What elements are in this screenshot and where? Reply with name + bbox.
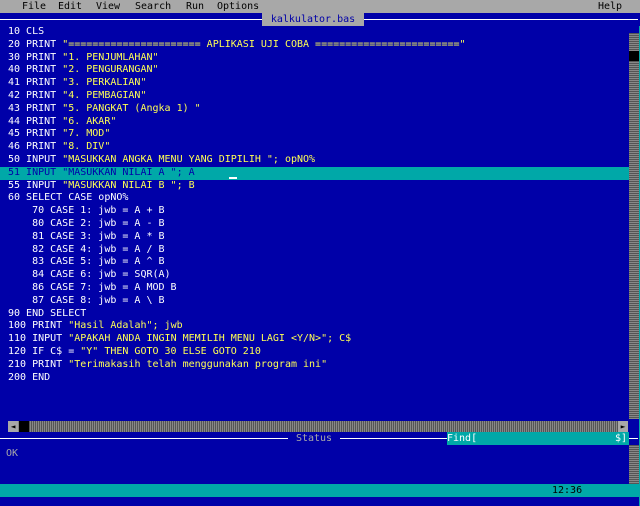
- menu-options[interactable]: Options: [217, 0, 259, 13]
- code-editor[interactable]: 10 CLS 20 PRINT "====================== A…: [8, 26, 628, 426]
- code-string-part: "8. DIV": [62, 141, 111, 153]
- code-line[interactable]: 86 CASE 7: jwb = A MOD B: [8, 282, 628, 295]
- code-keyword-part: 43 PRINT: [8, 102, 63, 114]
- code-string-part: "Hasil Adalah"; jwb: [68, 320, 183, 332]
- code-line[interactable]: 60 SELECT CASE opNO%: [8, 192, 628, 205]
- code-string-part: "MASUKKAN NILAI A "; A: [62, 166, 195, 178]
- scroll-right-arrow-icon[interactable]: ►: [618, 421, 628, 432]
- code-keyword-part: 60 SELECT CASE opNO%: [8, 192, 129, 204]
- editor-window: kalkulator.bas 10 CLS 20 PRINT "=========…: [0, 13, 640, 506]
- code-line[interactable]: 80 CASE 2: jwb = A - B: [8, 218, 628, 231]
- code-keyword-part: 44 PRINT: [8, 115, 63, 127]
- code-keyword-part: 84 CASE 6: jwb = SQR(A): [8, 269, 171, 281]
- code-keyword-part: 210 PRINT: [8, 358, 69, 370]
- text-cursor: [229, 177, 237, 179]
- code-keyword-part: 42 PRINT: [8, 89, 63, 101]
- code-line[interactable]: 83 CASE 5: jwb = A ^ B: [8, 256, 628, 269]
- code-keyword-part: 120 IF C$ =: [8, 345, 81, 357]
- menu-file[interactable]: File: [22, 0, 46, 13]
- code-line[interactable]: 44 PRINT "6. AKAR": [8, 116, 628, 129]
- code-line[interactable]: 81 CASE 3: jwb = A * B: [8, 231, 628, 244]
- code-line[interactable]: 10 CLS: [8, 26, 628, 39]
- code-line[interactable]: 90 END SELECT: [8, 308, 628, 321]
- code-keyword-part: 200 END: [8, 371, 51, 383]
- code-line[interactable]: 43 PRINT "5. PANGKAT (Angka 1) ": [8, 103, 628, 116]
- code-line[interactable]: 40 PRINT "2. PENGURANGAN": [8, 64, 628, 77]
- status-scrollbar[interactable]: [629, 445, 639, 485]
- code-keyword-part: 41 PRINT: [8, 77, 63, 89]
- code-line[interactable]: 30 PRINT "1. PENJUMLAHAN": [8, 52, 628, 65]
- code-keyword-part: 70 CASE 1: jwb = A + B: [8, 205, 165, 217]
- code-line[interactable]: 51 INPUT "MASUKKAN NILAI A "; A: [8, 167, 628, 180]
- vertical-scroll-thumb[interactable]: [629, 51, 639, 61]
- code-string-part: "Terimakasih telah menggunakan program i…: [68, 358, 328, 370]
- code-keyword-part: 80 CASE 2: jwb = A - B: [8, 217, 165, 229]
- code-keyword-part: 55 INPUT: [8, 179, 63, 191]
- code-line[interactable]: 45 PRINT "7. MOD": [8, 128, 628, 141]
- code-keyword-part: 81 CASE 3: jwb = A * B: [8, 230, 165, 242]
- code-string-part: "4. PEMBAGIAN": [62, 89, 147, 101]
- scroll-left-arrow-icon[interactable]: ◄: [8, 421, 18, 432]
- menu-bar: File Edit View Search Run Options Help: [0, 0, 640, 13]
- status-message: OK: [6, 448, 19, 459]
- status-title: Status: [288, 432, 340, 445]
- vertical-scrollbar[interactable]: [629, 33, 639, 419]
- code-string-part: "5. PANGKAT (Angka 1) ": [62, 102, 201, 114]
- code-string-part: "7. MOD": [62, 128, 111, 140]
- menu-edit[interactable]: Edit: [58, 0, 82, 13]
- window-title: kalkulator.bas: [262, 13, 364, 26]
- code-line[interactable]: 41 PRINT "3. PERKALIAN": [8, 77, 628, 90]
- code-line[interactable]: 87 CASE 8: jwb = A \ B: [8, 295, 628, 308]
- code-string-part: "1. PENJUMLAHAN": [62, 51, 159, 63]
- menu-search[interactable]: Search: [135, 0, 171, 13]
- menu-view[interactable]: View: [96, 0, 120, 13]
- code-line[interactable]: 50 INPUT "MASUKKAN ANGKA MENU YANG DIPIL…: [8, 154, 628, 167]
- horizontal-scrollbar[interactable]: [8, 421, 628, 432]
- menu-run[interactable]: Run: [186, 0, 204, 13]
- code-line[interactable]: 110 INPUT "APAKAH ANDA INGIN MEMILIH MEN…: [8, 333, 628, 346]
- code-line[interactable]: 20 PRINT "====================== APLIKAS…: [8, 39, 628, 52]
- status-bar: 12:36: [0, 484, 640, 497]
- code-line[interactable]: 84 CASE 6: jwb = SQR(A): [8, 269, 628, 282]
- find-field[interactable]: Find[ $]: [447, 432, 629, 445]
- code-line[interactable]: 120 IF C$ = "Y" THEN GOTO 30 ELSE GOTO 2…: [8, 346, 628, 359]
- code-line[interactable]: 55 INPUT "MASUKKAN NILAI B "; B: [8, 180, 628, 193]
- code-string-part: "Y" THEN GOTO 30 ELSE GOTO 210: [80, 345, 261, 357]
- code-keyword-part: 50 INPUT: [8, 153, 63, 165]
- code-keyword-part: 90 END SELECT: [8, 307, 87, 319]
- code-keyword-part: 110 INPUT: [8, 333, 69, 345]
- code-keyword-part: 30 PRINT: [8, 51, 63, 63]
- code-string-part: "APAKAH ANDA INGIN MEMILIH MENU LAGI <Y/…: [68, 333, 352, 345]
- code-keyword-part: 46 PRINT: [8, 141, 63, 153]
- code-line[interactable]: 46 PRINT "8. DIV": [8, 141, 628, 154]
- menu-help[interactable]: Help: [598, 0, 622, 13]
- code-string-part: "2. PENGURANGAN": [62, 64, 159, 76]
- code-keyword-part: 51 INPUT: [8, 166, 63, 178]
- code-string-part: "3. PERKALIAN": [62, 77, 147, 89]
- clock: 12:36: [552, 485, 583, 496]
- code-keyword-part: 40 PRINT: [8, 64, 63, 76]
- code-string-part: "MASUKKAN NILAI B "; B: [62, 179, 195, 191]
- code-keyword-part: 45 PRINT: [8, 128, 63, 140]
- code-line[interactable]: 82 CASE 4: jwb = A / B: [8, 244, 628, 257]
- code-keyword-part: 87 CASE 8: jwb = A \ B: [8, 294, 165, 306]
- code-keyword-part: 20 PRINT: [8, 38, 63, 50]
- code-line[interactable]: 42 PRINT "4. PEMBAGIAN": [8, 90, 628, 103]
- code-keyword-part: 86 CASE 7: jwb = A MOD B: [8, 281, 177, 293]
- find-end: $]: [614, 433, 627, 444]
- horizontal-scroll-thumb[interactable]: [19, 421, 29, 432]
- code-line[interactable]: 200 END: [8, 372, 628, 385]
- code-string-part: "6. AKAR": [62, 115, 117, 127]
- code-keyword-part: 83 CASE 5: jwb = A ^ B: [8, 256, 165, 268]
- code-keyword-part: 10 CLS: [8, 26, 45, 37]
- code-line[interactable]: 210 PRINT "Terimakasih telah menggunakan…: [8, 359, 628, 372]
- code-line[interactable]: 70 CASE 1: jwb = A + B: [8, 205, 628, 218]
- code-keyword-part: 100 PRINT: [8, 320, 69, 332]
- code-string-part: "MASUKKAN ANGKA MENU YANG DIPILIH "; opN…: [62, 153, 316, 165]
- code-line[interactable]: 100 PRINT "Hasil Adalah"; jwb: [8, 320, 628, 333]
- code-string-part: "====================== APLIKASI UJI COB…: [62, 38, 466, 50]
- find-label: Find[: [447, 433, 478, 444]
- code-keyword-part: 82 CASE 4: jwb = A / B: [8, 243, 165, 255]
